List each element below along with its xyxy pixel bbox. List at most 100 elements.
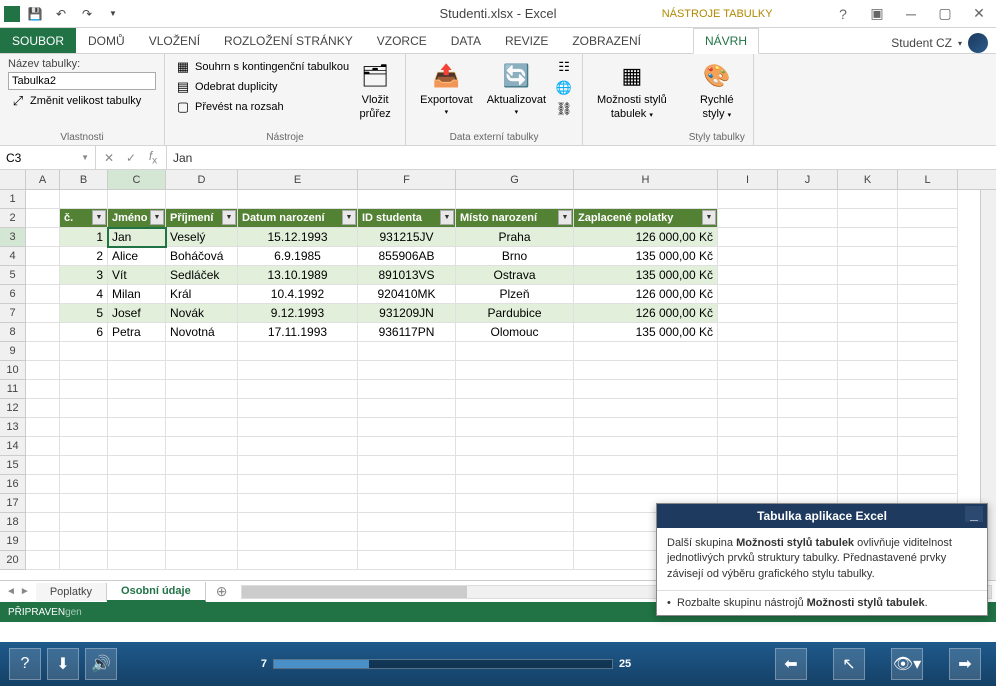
cell[interactable] [838,247,898,266]
cell[interactable] [26,342,60,361]
col-header-H[interactable]: H [574,170,718,189]
tab-layout[interactable]: ROZLOŽENÍ STRÁNKY [212,28,365,53]
cell[interactable] [898,228,958,247]
row-header[interactable]: 2 [0,209,26,228]
row-header[interactable]: 14 [0,437,26,456]
cell[interactable] [778,456,838,475]
cell[interactable] [108,456,166,475]
cell[interactable] [898,247,958,266]
row-header[interactable]: 13 [0,418,26,437]
table-cell[interactable]: 6.9.1985 [238,247,358,266]
col-header-F[interactable]: F [358,170,456,189]
table-cell[interactable]: 4 [60,285,108,304]
cell[interactable] [108,437,166,456]
table-cell[interactable]: 15.12.1993 [238,228,358,247]
cell[interactable] [108,551,166,570]
formula-input[interactable]: Jan [167,146,996,169]
cell[interactable] [898,418,958,437]
cell[interactable] [778,247,838,266]
cell[interactable] [358,456,456,475]
table-header[interactable]: Datum narození▼ [238,209,358,228]
cell[interactable] [26,494,60,513]
cell[interactable] [778,323,838,342]
cell[interactable] [456,494,574,513]
cell[interactable] [778,285,838,304]
nav-cursor-button[interactable]: ↖ [833,648,865,680]
table-name-input[interactable] [8,72,156,90]
col-header-E[interactable]: E [238,170,358,189]
cell[interactable] [838,209,898,228]
table-cell[interactable]: 1 [60,228,108,247]
close-icon[interactable]: ✕ [966,3,992,25]
row-header[interactable]: 9 [0,342,26,361]
cell[interactable] [358,418,456,437]
cell[interactable] [574,475,718,494]
table-header[interactable]: č.▼ [60,209,108,228]
table-cell[interactable]: 3 [60,266,108,285]
nav-help-button[interactable]: ? [9,648,41,680]
ribbon-options-icon[interactable]: ▣ [864,3,890,25]
table-cell[interactable]: Josef [108,304,166,323]
row-header[interactable]: 1 [0,190,26,209]
cell[interactable] [718,190,778,209]
cell[interactable] [838,228,898,247]
table-cell[interactable]: 855906AB [358,247,456,266]
cell[interactable] [778,209,838,228]
unlink-button[interactable]: ⛓ [554,100,574,118]
cell[interactable] [358,494,456,513]
cell[interactable] [166,475,238,494]
cell[interactable] [358,380,456,399]
cell[interactable] [60,418,108,437]
accept-formula-icon[interactable]: ✓ [122,151,140,165]
cell[interactable] [60,475,108,494]
table-cell[interactable]: Vít [108,266,166,285]
row-header[interactable]: 20 [0,551,26,570]
cell[interactable] [358,513,456,532]
cell[interactable] [166,399,238,418]
cell[interactable] [456,437,574,456]
cell[interactable] [718,380,778,399]
cell[interactable] [718,266,778,285]
qat-dropdown-icon[interactable]: ▼ [102,3,124,25]
cell[interactable] [838,380,898,399]
table-cell[interactable]: Ostrava [456,266,574,285]
cell[interactable] [60,494,108,513]
filter-dropdown-icon[interactable]: ▼ [92,210,106,225]
cell[interactable] [238,494,358,513]
cell[interactable] [108,361,166,380]
tab-formulas[interactable]: VZORCE [365,28,439,53]
cell[interactable] [26,418,60,437]
table-cell[interactable]: Veselý [166,228,238,247]
cell[interactable] [26,209,60,228]
table-cell[interactable]: 135 000,00 Kč [574,266,718,285]
cell[interactable] [718,437,778,456]
remove-duplicates-button[interactable]: ▤ Odebrat duplicity [173,78,351,96]
row-header[interactable]: 5 [0,266,26,285]
cell[interactable] [898,361,958,380]
user-account[interactable]: Student CZ ▾ [891,33,996,53]
cell[interactable] [166,342,238,361]
row-header[interactable]: 12 [0,399,26,418]
filter-dropdown-icon[interactable]: ▼ [222,210,236,225]
cell[interactable] [838,323,898,342]
cell[interactable] [838,190,898,209]
cell[interactable] [60,513,108,532]
cell[interactable] [238,475,358,494]
table-cell[interactable]: 9.12.1993 [238,304,358,323]
cell[interactable] [26,380,60,399]
tab-view[interactable]: ZOBRAZENÍ [560,28,653,53]
nav-forward-button[interactable]: ➡ [949,648,981,680]
cell[interactable] [108,399,166,418]
cell[interactable] [456,475,574,494]
sheet-tab-poplatky[interactable]: Poplatky [36,583,107,601]
cell[interactable] [238,513,358,532]
cell[interactable] [108,532,166,551]
table-cell[interactable]: 931215JV [358,228,456,247]
table-header[interactable]: ID studenta▼ [358,209,456,228]
cell[interactable] [26,456,60,475]
cell[interactable] [108,190,166,209]
row-header[interactable]: 19 [0,532,26,551]
cell[interactable] [238,342,358,361]
table-cell[interactable]: Novotná [166,323,238,342]
cell[interactable] [166,513,238,532]
